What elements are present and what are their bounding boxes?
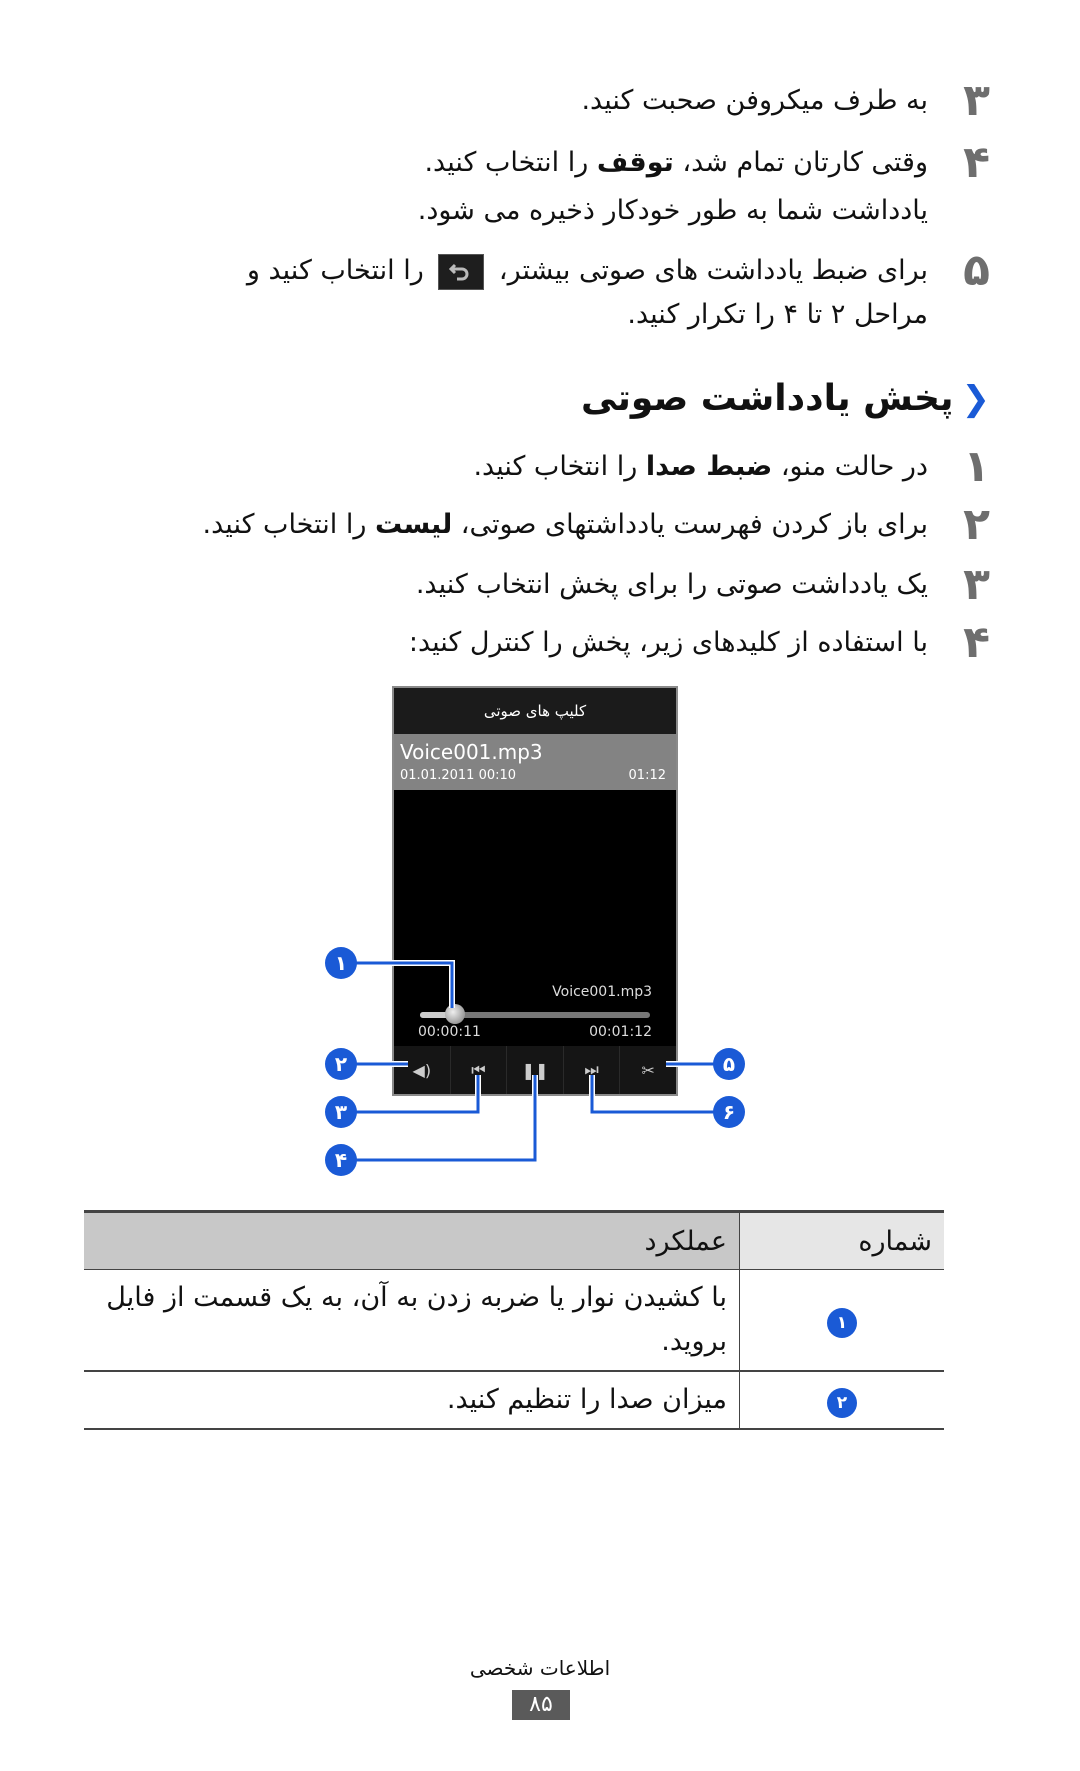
number-badge: ۲ — [827, 1388, 857, 1418]
bold-term-stop: توقف — [596, 147, 674, 178]
step-text: یادداشت شما به طور خودکار ذخیره می شود. — [417, 195, 928, 226]
row-number-cell: ۲ — [739, 1371, 944, 1430]
text-part: برای ضبط یادداشت های صوتی بیشتر، — [490, 255, 928, 286]
seek-bar[interactable] — [420, 1004, 650, 1024]
step-text: به طرف میکروفن صحبت کنید. — [581, 85, 928, 116]
bold-term-voice-recorder: ضبط صدا — [645, 451, 773, 482]
table-row: ۱ با کشیدن نوار یا ضربه زدن به آن، به یک… — [84, 1269, 944, 1372]
step-number: ۲ — [963, 499, 990, 550]
number-badge: ۱ — [827, 1308, 857, 1338]
row-function-cell: میزان صدا را تنظیم کنید. — [84, 1371, 740, 1430]
header-function: عملکرد — [84, 1210, 740, 1270]
volume-button[interactable]: ◀) — [394, 1046, 450, 1094]
rewind-button[interactable]: ⏮ — [449, 1046, 507, 1094]
play-step-3: ۳ یک یادداشت صوتی را برای پخش انتخاب کنی… — [90, 562, 990, 608]
bold-term-list: لیست — [374, 509, 453, 540]
step-number: ۳ — [963, 75, 990, 126]
step-text: در حالت منو، ضبط صدا را انتخاب کنید. — [473, 444, 940, 490]
footer-chapter-label: اطلاعات شخصی — [469, 1656, 611, 1680]
step-5: ۵ برای ضبط یادداشت های صوتی بیشتر، را ان… — [90, 248, 990, 294]
callout-1: ۱ — [325, 947, 357, 979]
volume-icon: ◀) — [412, 1060, 432, 1080]
step-5-cont: مراحل ۲ تا ۴ را تکرار کنید. — [90, 292, 990, 338]
trim-button[interactable]: ✂ — [619, 1046, 676, 1094]
step-number: ۴ — [963, 617, 990, 668]
step-number: ۵ — [963, 245, 990, 296]
play-step-2: ۲ برای باز کردن فهرست یادداشتهای صوتی، ل… — [90, 502, 990, 548]
callout-5: ۵ — [713, 1048, 745, 1080]
text-part: را انتخاب کنید. — [473, 451, 646, 482]
play-step-1: ۱ در حالت منو، ضبط صدا را انتخاب کنید. — [90, 444, 990, 490]
text-part: وقتی کارتان تمام شد، — [673, 147, 928, 178]
rewind-icon: ⏮ — [471, 1060, 486, 1079]
fast-forward-icon: ⏭ — [584, 1060, 599, 1079]
callout-6: ۶ — [713, 1096, 745, 1128]
phone-header: کلیپ های صوتی — [394, 688, 676, 734]
elapsed-time: 00:00:11 — [418, 1024, 481, 1040]
section-title: پخش یادداشت صوتی — [580, 378, 954, 419]
now-playing-file: Voice001.mp3 — [552, 984, 652, 1000]
back-icon — [438, 253, 485, 290]
step-text: وقتی کارتان تمام شد، توقف را انتخاب کنید… — [424, 140, 940, 186]
step-4-note: یادداشت شما به طور خودکار ذخیره می شود. — [90, 188, 990, 234]
step-number — [940, 292, 990, 338]
section-heading: ❮ پخش یادداشت صوتی — [581, 378, 990, 419]
step-text: با استفاده از کلیدهای زیر، پخش را کنترل … — [408, 627, 928, 658]
pause-icon: ❚❚ — [521, 1060, 549, 1080]
row-function-cell: با کشیدن نوار یا ضربه زدن به آن، به یک ق… — [84, 1269, 740, 1372]
callout-4: ۴ — [325, 1144, 357, 1176]
total-time: 00:01:12 — [589, 1024, 652, 1040]
step-number — [940, 188, 990, 234]
header-number: شماره — [739, 1210, 944, 1270]
table-row: ۲ میزان صدا را تنظیم کنید. — [84, 1371, 944, 1430]
page-number: ۸۵ — [512, 1690, 570, 1720]
fast-forward-button[interactable]: ⏭ — [562, 1046, 620, 1094]
text-part: را انتخاب کنید. — [202, 509, 375, 540]
pause-button[interactable]: ❚❚ — [506, 1046, 563, 1094]
function-table: شماره عملکرد ۱ با کشیدن نوار یا ضربه زدن… — [84, 1210, 944, 1430]
step-3: ۳ به طرف میکروفن صحبت کنید. — [90, 78, 990, 124]
chevron-icon: ❮ — [961, 378, 991, 419]
playback-controls: ◀) ⏮ ❚❚ ⏭ ✂ — [394, 1046, 676, 1094]
step-text: برای باز کردن فهرست یادداشتهای صوتی، لیس… — [203, 502, 940, 548]
clip-duration: 01:12 — [628, 768, 666, 783]
clip-title: Voice001.mp3 — [400, 740, 543, 764]
row-number-cell: ۱ — [739, 1269, 944, 1372]
step-number: ۳ — [963, 559, 990, 610]
step-text: برای ضبط یادداشت های صوتی بیشتر، را انتخ… — [247, 248, 940, 294]
voice-clip-item[interactable]: Voice001.mp3 01.01.2011 00:10 01:12 — [394, 734, 676, 790]
step-number: ۴ — [963, 137, 990, 188]
step-number: ۱ — [963, 441, 990, 492]
phone-screenshot: کلیپ های صوتی Voice001.mp3 01.01.2011 00… — [392, 686, 678, 1096]
step-text: مراحل ۲ تا ۴ را تکرار کنید. — [627, 299, 928, 330]
play-step-4: ۴ با استفاده از کلیدهای زیر، پخش را کنتر… — [90, 620, 990, 666]
callout-3: ۳ — [325, 1096, 357, 1128]
seek-thumb[interactable] — [444, 1004, 465, 1024]
text-part: را انتخاب کنید و — [246, 255, 433, 286]
scissors-icon: ✂ — [641, 1060, 655, 1080]
text-part: برای باز کردن فهرست یادداشتهای صوتی، — [452, 509, 928, 540]
table-header-row: شماره عملکرد — [84, 1210, 944, 1270]
callout-2: ۲ — [325, 1048, 357, 1080]
text-part: را انتخاب کنید. — [424, 147, 597, 178]
clip-date: 01.01.2011 00:10 — [400, 768, 517, 783]
text-part: در حالت منو، — [772, 451, 928, 482]
step-text: یک یادداشت صوتی را برای پخش انتخاب کنید. — [415, 569, 928, 600]
step-4: ۴ وقتی کارتان تمام شد، توقف را انتخاب کن… — [90, 140, 990, 186]
